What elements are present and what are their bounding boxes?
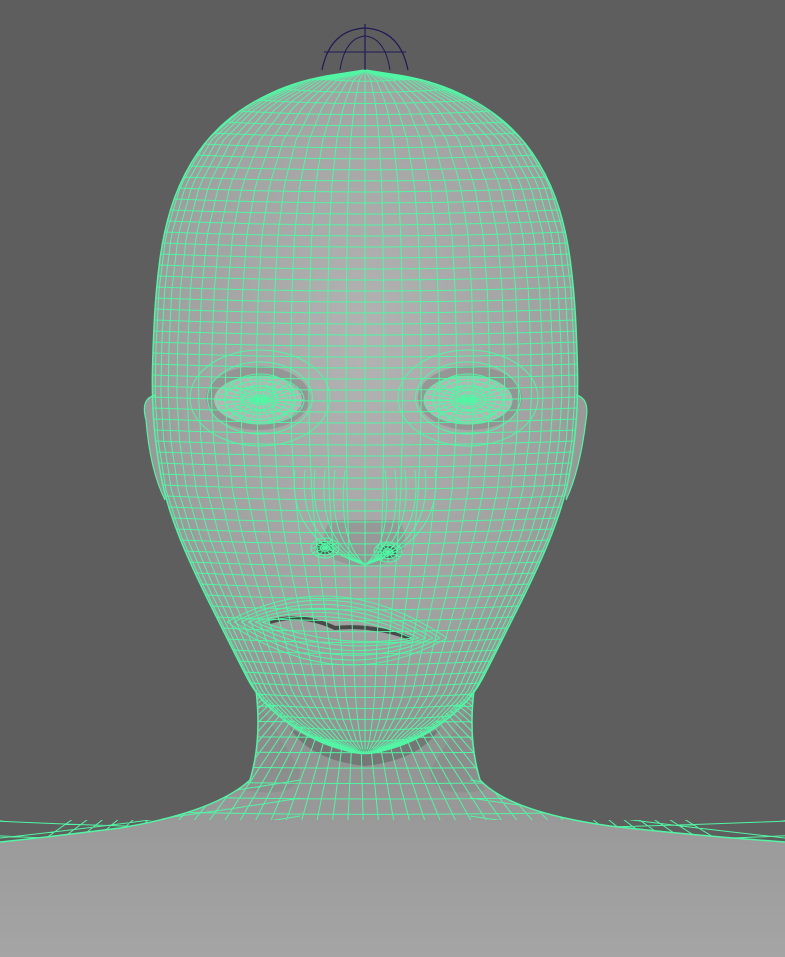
top-locator-icon[interactable]	[321, 24, 409, 71]
3d-viewport[interactable]	[0, 0, 785, 957]
viewport-scene[interactable]	[0, 0, 785, 957]
